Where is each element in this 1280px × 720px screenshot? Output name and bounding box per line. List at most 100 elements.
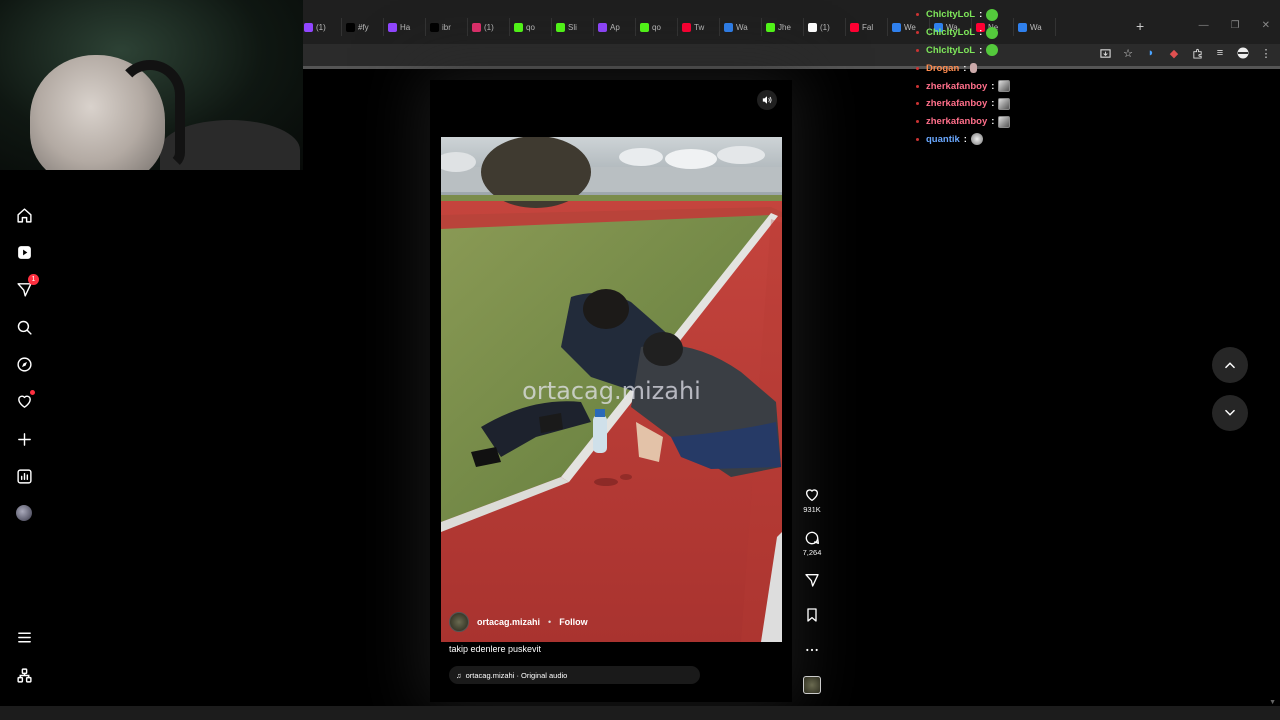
chat-username[interactable]: Drogan: [926, 63, 959, 74]
browser-tab[interactable]: #fy: [342, 18, 384, 36]
extensions-puzzle-icon[interactable]: [1191, 47, 1203, 59]
headphones: [115, 60, 185, 170]
chat-message: ChIcItyLoL:: [916, 6, 1116, 24]
author-username[interactable]: ortacag.mizahi: [477, 617, 540, 627]
reel-caption[interactable]: takip edenlere puskevit: [449, 644, 541, 654]
save-bookmark-icon[interactable]: [804, 607, 820, 623]
share-send-icon[interactable]: [804, 572, 820, 588]
chat-message: zherkafanboy:: [916, 95, 1116, 113]
browser-tab[interactable]: (1): [300, 18, 342, 36]
browser-tab[interactable]: Wa: [720, 18, 762, 36]
browser-tab[interactable]: ibr: [426, 18, 468, 36]
chat-emote-icon: [986, 8, 999, 21]
chat-username[interactable]: ChIcItyLoL: [926, 9, 975, 20]
reel-author: ortacag.mizahi • Follow: [449, 612, 588, 632]
taskbar-strip: [0, 706, 1280, 720]
reels-icon[interactable]: [15, 243, 33, 261]
previous-reel-button[interactable]: [1212, 347, 1248, 383]
messages-icon[interactable]: 1: [15, 274, 39, 298]
chat-username[interactable]: zherkafanboy: [926, 116, 987, 127]
comment-action: 7,264: [797, 530, 827, 557]
chat-bullet: [916, 137, 919, 141]
tab-favicon-icon: [304, 22, 313, 32]
follow-button[interactable]: Follow: [559, 617, 588, 627]
also-from-meta-icon[interactable]: [15, 666, 33, 684]
music-note-icon: ♫: [456, 670, 462, 680]
tab-label: Wa: [736, 22, 748, 32]
chat-colon: :: [991, 116, 995, 128]
profile-avatar[interactable]: [15, 504, 33, 522]
create-plus-icon[interactable]: [15, 430, 33, 448]
browser-tab[interactable]: Sli: [552, 18, 594, 36]
scroll-down-icon[interactable]: ▼: [1269, 699, 1276, 706]
explore-compass-icon[interactable]: [15, 355, 33, 373]
media-controls-icon[interactable]: ≡: [1214, 47, 1226, 59]
chat-colon: :: [979, 27, 983, 39]
like-heart-icon[interactable]: [804, 487, 820, 503]
chat-colon: :: [991, 80, 995, 92]
browser-tab[interactable]: Fal: [846, 18, 888, 36]
extension-red-icon[interactable]: ◆: [1168, 47, 1180, 60]
notifications-heart-icon[interactable]: [15, 390, 35, 410]
chat-username[interactable]: quantik: [926, 134, 960, 145]
browser-tab[interactable]: Ha: [384, 18, 426, 36]
tab-favicon-icon: [892, 22, 901, 32]
like-action: 931K: [797, 487, 827, 514]
close-window-button[interactable]: ✕: [1262, 20, 1270, 31]
chat-username[interactable]: zherkafanboy: [926, 81, 987, 92]
tab-favicon-icon: [430, 22, 439, 32]
home-icon[interactable]: [15, 206, 33, 224]
dashboard-icon[interactable]: [15, 467, 33, 485]
browser-tab[interactable]: Tw: [678, 18, 720, 36]
audio-info[interactable]: ♫ ortacag.mizahi · Original audio: [449, 666, 700, 684]
audio-thumbnail[interactable]: [803, 676, 821, 694]
extension-blue-icon[interactable]: ◗: [1145, 47, 1157, 59]
profile-icon[interactable]: [1237, 47, 1249, 59]
separator-dot: •: [548, 617, 552, 627]
browser-menu-icon[interactable]: ⋮: [1260, 47, 1272, 60]
tab-label: (1): [484, 22, 494, 32]
chat-bullet: [916, 102, 919, 106]
chat-emote-icon: [998, 80, 1011, 93]
chat-bullet: [916, 66, 919, 70]
author-avatar[interactable]: [449, 612, 469, 632]
chat-emote-icon: [986, 44, 999, 57]
bookmark-star-icon[interactable]: ☆: [1122, 47, 1134, 60]
chat-message: ChIcItyLoL:: [916, 42, 1116, 60]
reel-player[interactable]: ortacag.mizahi ortacag.mizahi • Follow t…: [440, 84, 782, 696]
tab-label: Tw: [694, 22, 705, 32]
webcam-overlay: [0, 0, 303, 170]
tab-label: Fal: [862, 22, 874, 32]
next-reel-button[interactable]: [1212, 395, 1248, 431]
page-divider: [302, 66, 1280, 69]
browser-tab[interactable]: Ap: [594, 18, 636, 36]
browser-tab[interactable]: qo: [636, 18, 678, 36]
tab-label: ibr: [442, 22, 451, 32]
browser-tab[interactable]: (1): [468, 18, 510, 36]
chat-username[interactable]: ChIcItyLoL: [926, 27, 975, 38]
browser-tab[interactable]: qo: [510, 18, 552, 36]
tab-favicon-icon: [682, 22, 691, 32]
volume-icon[interactable]: [757, 90, 777, 110]
audio-thumbnail-action: [797, 676, 827, 694]
chat-emote-icon: [970, 63, 978, 74]
comment-bubble-icon[interactable]: [804, 530, 820, 546]
maximize-button[interactable]: ❐: [1231, 20, 1240, 31]
search-icon[interactable]: [15, 318, 33, 336]
minimize-button[interactable]: —: [1199, 20, 1209, 31]
tab-favicon-icon: [388, 22, 397, 32]
chat-username[interactable]: ChIcItyLoL: [926, 45, 975, 56]
comment-count: 7,264: [802, 548, 822, 557]
new-tab-button[interactable]: +: [1136, 18, 1144, 34]
share-action: [797, 572, 827, 588]
more-dots-icon[interactable]: [804, 642, 820, 658]
chat-bullet: [916, 13, 919, 17]
like-count: 931K: [803, 505, 821, 514]
chat-username[interactable]: zherkafanboy: [926, 98, 987, 109]
reel-video[interactable]: ortacag.mizahi: [441, 137, 782, 642]
tab-label: We: [904, 22, 916, 32]
chat-message: quantik:: [916, 131, 1116, 149]
chat-colon: :: [979, 44, 983, 56]
more-menu-icon[interactable]: [15, 628, 33, 646]
tab-favicon-icon: [850, 22, 859, 32]
